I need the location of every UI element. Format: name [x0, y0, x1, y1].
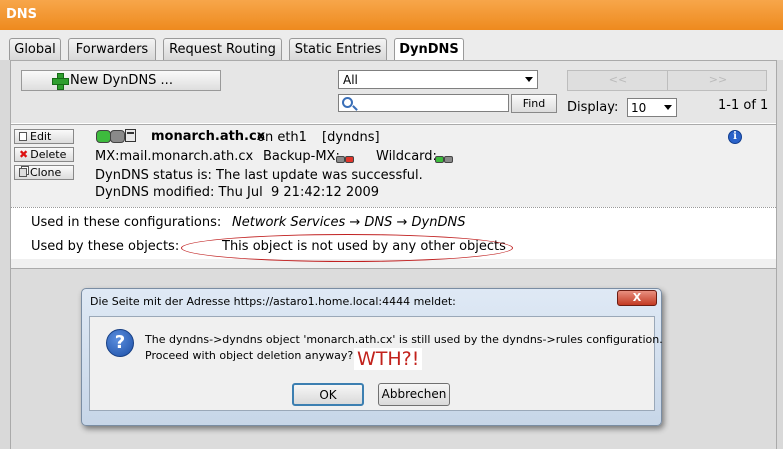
confirm-dialog: Die Seite mit der Adresse https://astaro…: [81, 288, 663, 426]
clone-label: Clone: [30, 166, 62, 179]
entry-wildcard-label: Wildcard:: [376, 149, 437, 164]
objects-label: Used by these objects:: [31, 239, 180, 254]
ok-button[interactable]: OK: [292, 383, 364, 406]
wildcard-status-icon: [435, 153, 453, 167]
list-toolbar: New DynDNS ... All Find << >> Display: 1…: [11, 61, 776, 123]
section-title: DNS: [6, 7, 38, 22]
dialog-close-button[interactable]: X: [617, 290, 657, 306]
entry-hostname: monarch.ath.cx: [151, 129, 266, 144]
search-icon: [342, 97, 353, 108]
entry-backup-mx-label: Backup-MX:: [263, 149, 340, 164]
configs-label: Used in these configurations:: [31, 215, 222, 230]
filter-value: All: [343, 73, 358, 87]
search-input[interactable]: [338, 94, 509, 112]
entry-usage: Used in these configurations: Network Se…: [11, 207, 776, 262]
tab-static-entries[interactable]: Static Entries: [289, 38, 387, 60]
host-icon: [125, 129, 136, 142]
entry-type: [dyndns]: [322, 130, 380, 145]
delete-button[interactable]: ✖ Delete: [14, 147, 74, 162]
tab-bar: Global Forwarders Request Routing Static…: [0, 30, 783, 61]
pager: << >>: [567, 70, 767, 91]
pager-prev-button[interactable]: <<: [568, 71, 668, 90]
entry-status: DynDNS status is: The last update was su…: [95, 168, 423, 183]
clone-icon: [19, 168, 27, 177]
section-header: DNS: [0, 0, 783, 30]
dyndns-entry: Edit ✖ Delete Clone monarch.ath.cx on eth…: [11, 124, 776, 268]
edit-icon: [19, 132, 27, 141]
chevron-down-icon: [525, 77, 533, 82]
backup-mx-status-icon: [336, 153, 354, 167]
entry-modified: DynDNS modified: Thu Jul 9 21:42:12 2009: [95, 185, 380, 200]
tab-forwarders[interactable]: Forwarders: [68, 38, 156, 60]
clone-button[interactable]: Clone: [14, 165, 74, 180]
result-count: 1-1 of 1: [718, 98, 769, 113]
edit-button[interactable]: Edit: [14, 129, 74, 144]
new-dyndns-button[interactable]: New DynDNS ...: [21, 70, 221, 91]
dialog-message-line1: The dyndns->dyndns object 'monarch.ath.c…: [145, 333, 663, 346]
delete-label: Delete: [30, 148, 67, 161]
tab-global[interactable]: Global: [9, 38, 61, 60]
dialog-body: ? The dyndns->dyndns object 'monarch.ath…: [89, 316, 663, 411]
annotation-ellipse: [181, 234, 513, 262]
tab-request-routing[interactable]: Request Routing: [163, 38, 282, 60]
edit-label: Edit: [30, 130, 52, 143]
annotation-text: WTH?!: [354, 348, 423, 370]
info-icon[interactable]: i: [728, 130, 742, 144]
dialog-title: Die Seite mit der Adresse https://astaro…: [90, 295, 456, 308]
filter-select[interactable]: All: [338, 70, 538, 89]
find-button[interactable]: Find: [511, 94, 557, 113]
entry-mx: MX:mail.monarch.ath.cx: [95, 149, 254, 164]
status-inactive-icon: [110, 130, 125, 143]
cancel-button[interactable]: Abbrechen: [378, 383, 450, 406]
display-count-select[interactable]: 10: [627, 98, 677, 117]
display-count-value: 10: [631, 101, 647, 115]
entry-details: Edit ✖ Delete Clone monarch.ath.cx on eth…: [11, 125, 776, 207]
question-icon: ?: [106, 329, 134, 357]
new-dyndns-label: New DynDNS ...: [70, 73, 173, 88]
display-label: Display:: [567, 100, 619, 115]
pager-next-button[interactable]: >>: [668, 71, 768, 90]
status-active-icon[interactable]: [96, 130, 111, 143]
tab-dyndns[interactable]: DynDNS: [394, 38, 464, 61]
entry-interface: on eth1: [257, 130, 307, 145]
plus-icon: [52, 73, 69, 90]
delete-icon: ✖: [19, 148, 29, 161]
chevron-down-icon: [664, 105, 672, 110]
configs-value[interactable]: Network Services → DNS → DynDNS: [232, 215, 465, 230]
